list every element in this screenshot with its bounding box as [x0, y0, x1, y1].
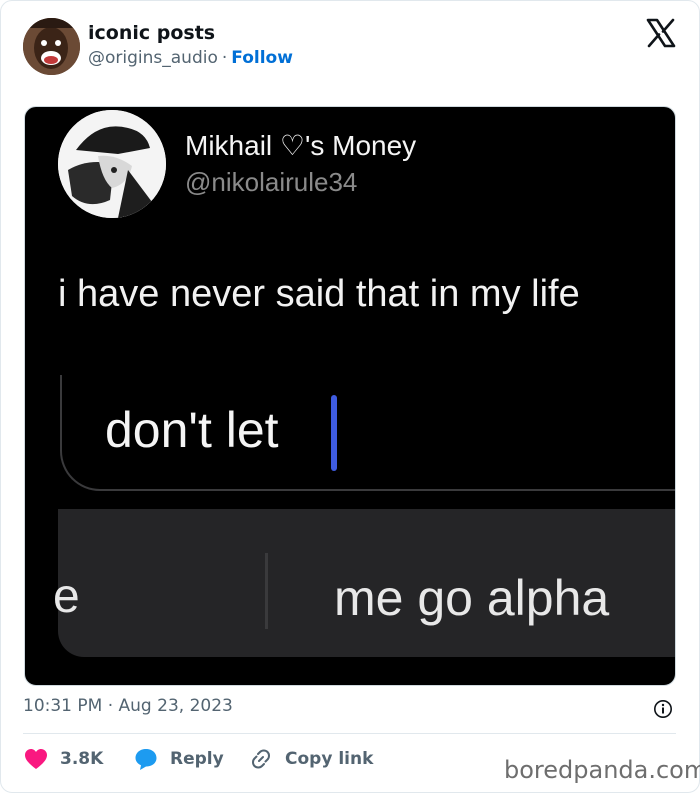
reply-label: Reply	[170, 749, 224, 769]
tweet-media-image[interactable]: Mikhail ♡'s Money @nikolairule34 i have …	[24, 106, 676, 686]
profile-avatar	[58, 110, 166, 218]
author-name[interactable]: iconic posts	[88, 22, 215, 44]
follow-button[interactable]: Follow	[231, 48, 293, 68]
profile-handle: @nikolairule34	[185, 167, 358, 197]
text-caret	[331, 395, 337, 471]
message-input-text: don't let	[105, 402, 279, 458]
x-logo-icon[interactable]	[646, 18, 676, 48]
footer-divider	[23, 733, 676, 734]
tweet-timestamp[interactable]: 10:31 PM · Aug 23, 2023	[23, 696, 233, 716]
reply-bubble-icon	[135, 749, 157, 770]
suggestion-divider	[265, 553, 268, 629]
info-icon[interactable]	[653, 699, 673, 719]
copy-link-label: Copy link	[285, 749, 374, 769]
link-icon	[252, 749, 270, 769]
author-handle[interactable]: @origins_audio	[88, 48, 218, 68]
suggestion-left: e	[53, 570, 80, 623]
message-text: i have never said that in my life	[58, 273, 580, 315]
author-avatar[interactable]	[23, 18, 80, 75]
suggestion-right: me go alpha	[334, 570, 610, 626]
copy-link-button[interactable]: Copy link	[249, 746, 373, 772]
reply-button[interactable]: Reply	[134, 746, 224, 772]
meta-separator: ·	[221, 48, 228, 68]
author-meta: @origins_audio · Follow	[88, 48, 293, 68]
like-button[interactable]: 3.8K	[24, 746, 103, 772]
likes-count: 3.8K	[60, 749, 104, 769]
heart-icon	[25, 749, 47, 769]
profile-name: Mikhail ♡'s Money	[185, 130, 417, 161]
watermark: boredpanda.com	[504, 756, 700, 784]
